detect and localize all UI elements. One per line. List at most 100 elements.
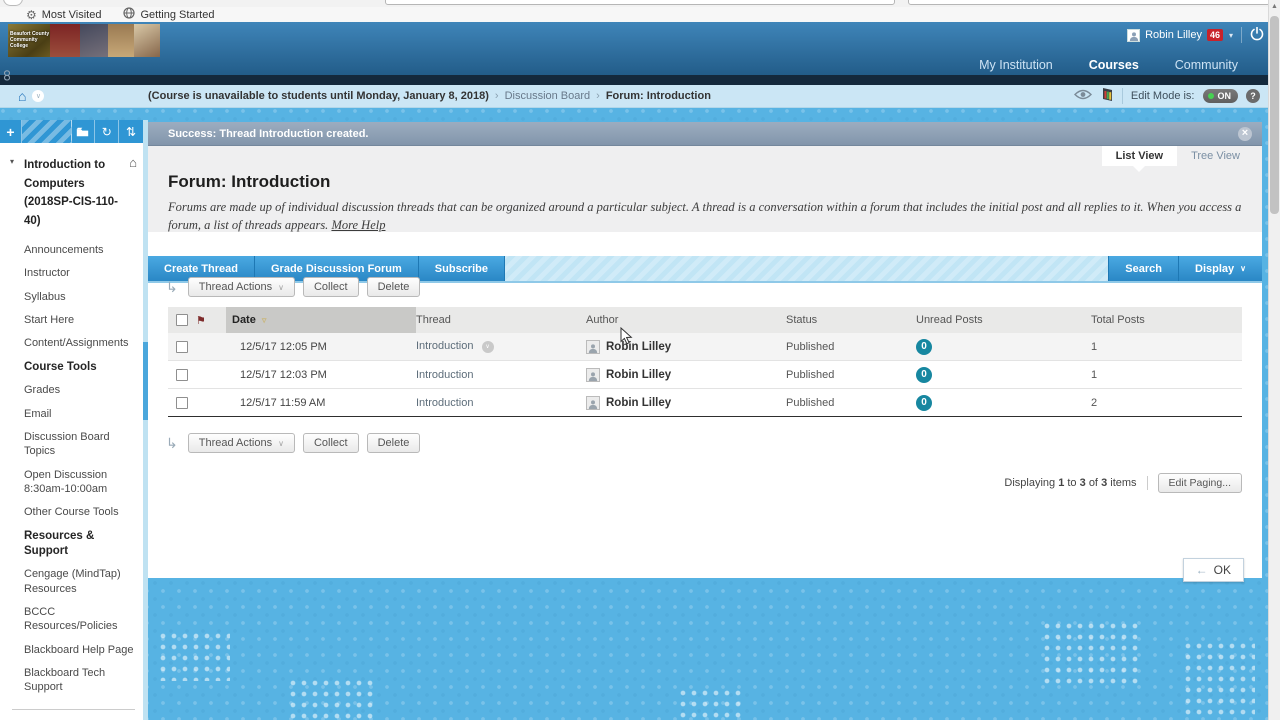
column-header-total-posts[interactable]: Total Posts bbox=[1091, 314, 1242, 326]
display-mode-icon[interactable] bbox=[72, 120, 96, 143]
browser-scrollbar[interactable]: ▲ bbox=[1268, 0, 1280, 720]
list-controls-top: ↳ Thread Actions ∨ Collect Delete bbox=[166, 277, 1262, 297]
course-menu-sidebar: + ↻ ⇅ ▾ Introduction to Computers (2018S… bbox=[0, 120, 143, 720]
bookmarks-bar: ⚙ Most Visited Getting Started bbox=[0, 7, 1268, 22]
breadcrumb-expand-button[interactable]: ∨ bbox=[32, 90, 45, 102]
delete-button[interactable]: Delete bbox=[366, 277, 421, 297]
ok-button[interactable]: ← OK bbox=[1182, 558, 1244, 582]
divider bbox=[12, 708, 135, 710]
ok-button-label: OK bbox=[1213, 563, 1231, 577]
sidebar-item-syllabus[interactable]: Syllabus bbox=[24, 290, 135, 304]
theme-picker-icon[interactable] bbox=[1101, 87, 1114, 105]
select-all-checkbox[interactable] bbox=[176, 314, 188, 326]
breadcrumb-discussion-board[interactable]: Discussion Board bbox=[505, 90, 591, 102]
edit-mode-toggle[interactable]: ON bbox=[1202, 89, 1238, 103]
bookmark-label: Getting Started bbox=[140, 8, 215, 21]
thread-actions-button[interactable]: Thread Actions ∨ bbox=[187, 433, 295, 453]
tab-list-view[interactable]: List View bbox=[1101, 146, 1178, 172]
help-button[interactable]: ? bbox=[1246, 89, 1260, 103]
thread-cell: Introduction bbox=[416, 369, 586, 381]
unread-count-badge[interactable]: 0 bbox=[916, 338, 932, 355]
sidebar-item-bccc-resources[interactable]: BCCC Resources/Policies bbox=[24, 605, 135, 634]
bookmark-label: Most Visited bbox=[41, 8, 102, 21]
row-checkbox[interactable] bbox=[176, 368, 188, 381]
table-row: 12/5/17 12:05 PM Introduction ∨ Robin Li… bbox=[168, 333, 1242, 361]
paging-from: 1 bbox=[1058, 477, 1065, 489]
sidebar-item-content-assignments[interactable]: Content/Assignments bbox=[24, 336, 135, 350]
bookmark-getting-started[interactable]: Getting Started bbox=[123, 7, 214, 22]
column-header-status[interactable]: Status bbox=[786, 314, 916, 326]
tab-courses[interactable]: Courses bbox=[1089, 58, 1139, 88]
home-icon[interactable]: ⌂ bbox=[18, 89, 26, 103]
scroll-up-icon[interactable]: ▲ bbox=[1269, 0, 1280, 14]
sidebar-item-email[interactable]: Email bbox=[24, 407, 135, 421]
column-header-unread-posts[interactable]: Unread Posts bbox=[916, 314, 1091, 326]
refresh-icon[interactable]: ↻ bbox=[95, 120, 120, 143]
author-name[interactable]: Robin Lilley bbox=[606, 397, 671, 409]
delete-button[interactable]: Delete bbox=[366, 433, 421, 453]
menu-item: BCCC Resources/Policies bbox=[24, 605, 135, 634]
row-checkbox-cell bbox=[168, 396, 196, 409]
row-checkbox-cell bbox=[168, 340, 196, 353]
thread-link[interactable]: Introduction bbox=[416, 397, 473, 409]
row-checkbox[interactable] bbox=[176, 396, 188, 409]
menu-item: Syllabus bbox=[24, 290, 135, 304]
bookmark-most-visited[interactable]: ⚙ Most Visited bbox=[26, 9, 101, 21]
flag-icon[interactable]: ⚑ bbox=[196, 314, 226, 327]
row-checkbox[interactable] bbox=[176, 340, 188, 353]
course-home-icon[interactable]: ⌂ bbox=[129, 155, 137, 170]
sidebar-item-other-course-tools[interactable]: Other Course Tools bbox=[24, 505, 135, 519]
paging-total: 3 bbox=[1101, 477, 1108, 489]
notification-badge[interactable]: 46 bbox=[1206, 29, 1223, 41]
sidebar-item-discussion-board-topics[interactable]: Discussion Board Topics bbox=[24, 430, 135, 459]
sidebar-item-instructor[interactable]: Instructor bbox=[24, 266, 135, 280]
collect-button[interactable]: Collect bbox=[302, 277, 359, 297]
menu-item: Instructor bbox=[24, 266, 135, 280]
column-header-author[interactable]: Author bbox=[586, 314, 786, 326]
menu-drag-area[interactable] bbox=[21, 120, 72, 143]
author-name[interactable]: Robin Lilley bbox=[606, 341, 671, 353]
tab-community[interactable]: Community bbox=[1175, 58, 1238, 72]
sidebar-item-blackboard-tech-support[interactable]: Blackboard Tech Support bbox=[24, 666, 135, 695]
sidebar-item-grades[interactable]: Grades bbox=[24, 383, 135, 397]
college-name: Beaufort County Community College bbox=[10, 31, 50, 49]
tab-tree-view[interactable]: Tree View bbox=[1177, 146, 1254, 166]
more-help-link[interactable]: More Help bbox=[331, 218, 385, 232]
sidebar-item-announcements[interactable]: Announcements bbox=[24, 243, 135, 257]
reorder-icon[interactable]: ⇅ bbox=[119, 120, 143, 143]
breadcrumb: ⌂ ∨ (Course is unavailable to students u… bbox=[0, 85, 1268, 108]
menu-item: Discussion Board Topics bbox=[24, 430, 135, 459]
course-entry[interactable]: ▾ Introduction to Computers (2018SP-CIS-… bbox=[10, 155, 137, 229]
sidebar-item-open-discussion[interactable]: Open Discussion 8:30am-10:00am bbox=[24, 468, 135, 497]
quick-links-icon[interactable] bbox=[3, 68, 11, 86]
student-preview-icon[interactable] bbox=[1073, 88, 1093, 104]
sidebar-item-blackboard-help[interactable]: Blackboard Help Page bbox=[24, 643, 135, 657]
user-menu[interactable]: Robin Lilley 46 ▾ bbox=[1127, 25, 1264, 45]
thread-link[interactable]: Introduction bbox=[416, 340, 473, 352]
breadcrumb-current: Forum: Introduction bbox=[605, 90, 711, 102]
thread-link[interactable]: Introduction bbox=[416, 369, 473, 381]
menu-item: Blackboard Help Page bbox=[24, 643, 135, 657]
unread-count-badge[interactable]: 0 bbox=[916, 394, 932, 411]
select-arrow-icon: ↳ bbox=[166, 278, 178, 295]
scrollbar-thumb[interactable] bbox=[1270, 16, 1279, 214]
add-menu-item-button[interactable]: + bbox=[0, 120, 22, 143]
unread-count-badge[interactable]: 0 bbox=[916, 366, 932, 383]
thread-options-button[interactable]: ∨ bbox=[481, 340, 494, 353]
sidebar-item-start-here[interactable]: Start Here bbox=[24, 313, 135, 327]
collect-button[interactable]: Collect bbox=[302, 433, 359, 453]
divider bbox=[1241, 27, 1242, 43]
total-posts: 1 bbox=[1091, 340, 1098, 353]
thread-actions-button[interactable]: Thread Actions ∨ bbox=[187, 277, 295, 297]
tab-my-institution[interactable]: My Institution bbox=[979, 58, 1053, 72]
edit-paging-button[interactable]: Edit Paging... bbox=[1157, 473, 1242, 493]
author-name[interactable]: Robin Lilley bbox=[606, 369, 671, 381]
search-bar[interactable] bbox=[908, 0, 1268, 5]
close-icon[interactable]: × bbox=[1238, 126, 1252, 141]
column-header-date[interactable]: Date ▿ bbox=[226, 307, 416, 333]
sidebar-item-cengage-resources[interactable]: Cengage (MindTap) Resources bbox=[24, 567, 135, 596]
column-header-thread[interactable]: Thread bbox=[416, 314, 586, 326]
logout-icon[interactable] bbox=[1250, 26, 1264, 44]
gear-icon: ⚙ bbox=[26, 7, 37, 22]
address-bar[interactable] bbox=[385, 0, 895, 5]
